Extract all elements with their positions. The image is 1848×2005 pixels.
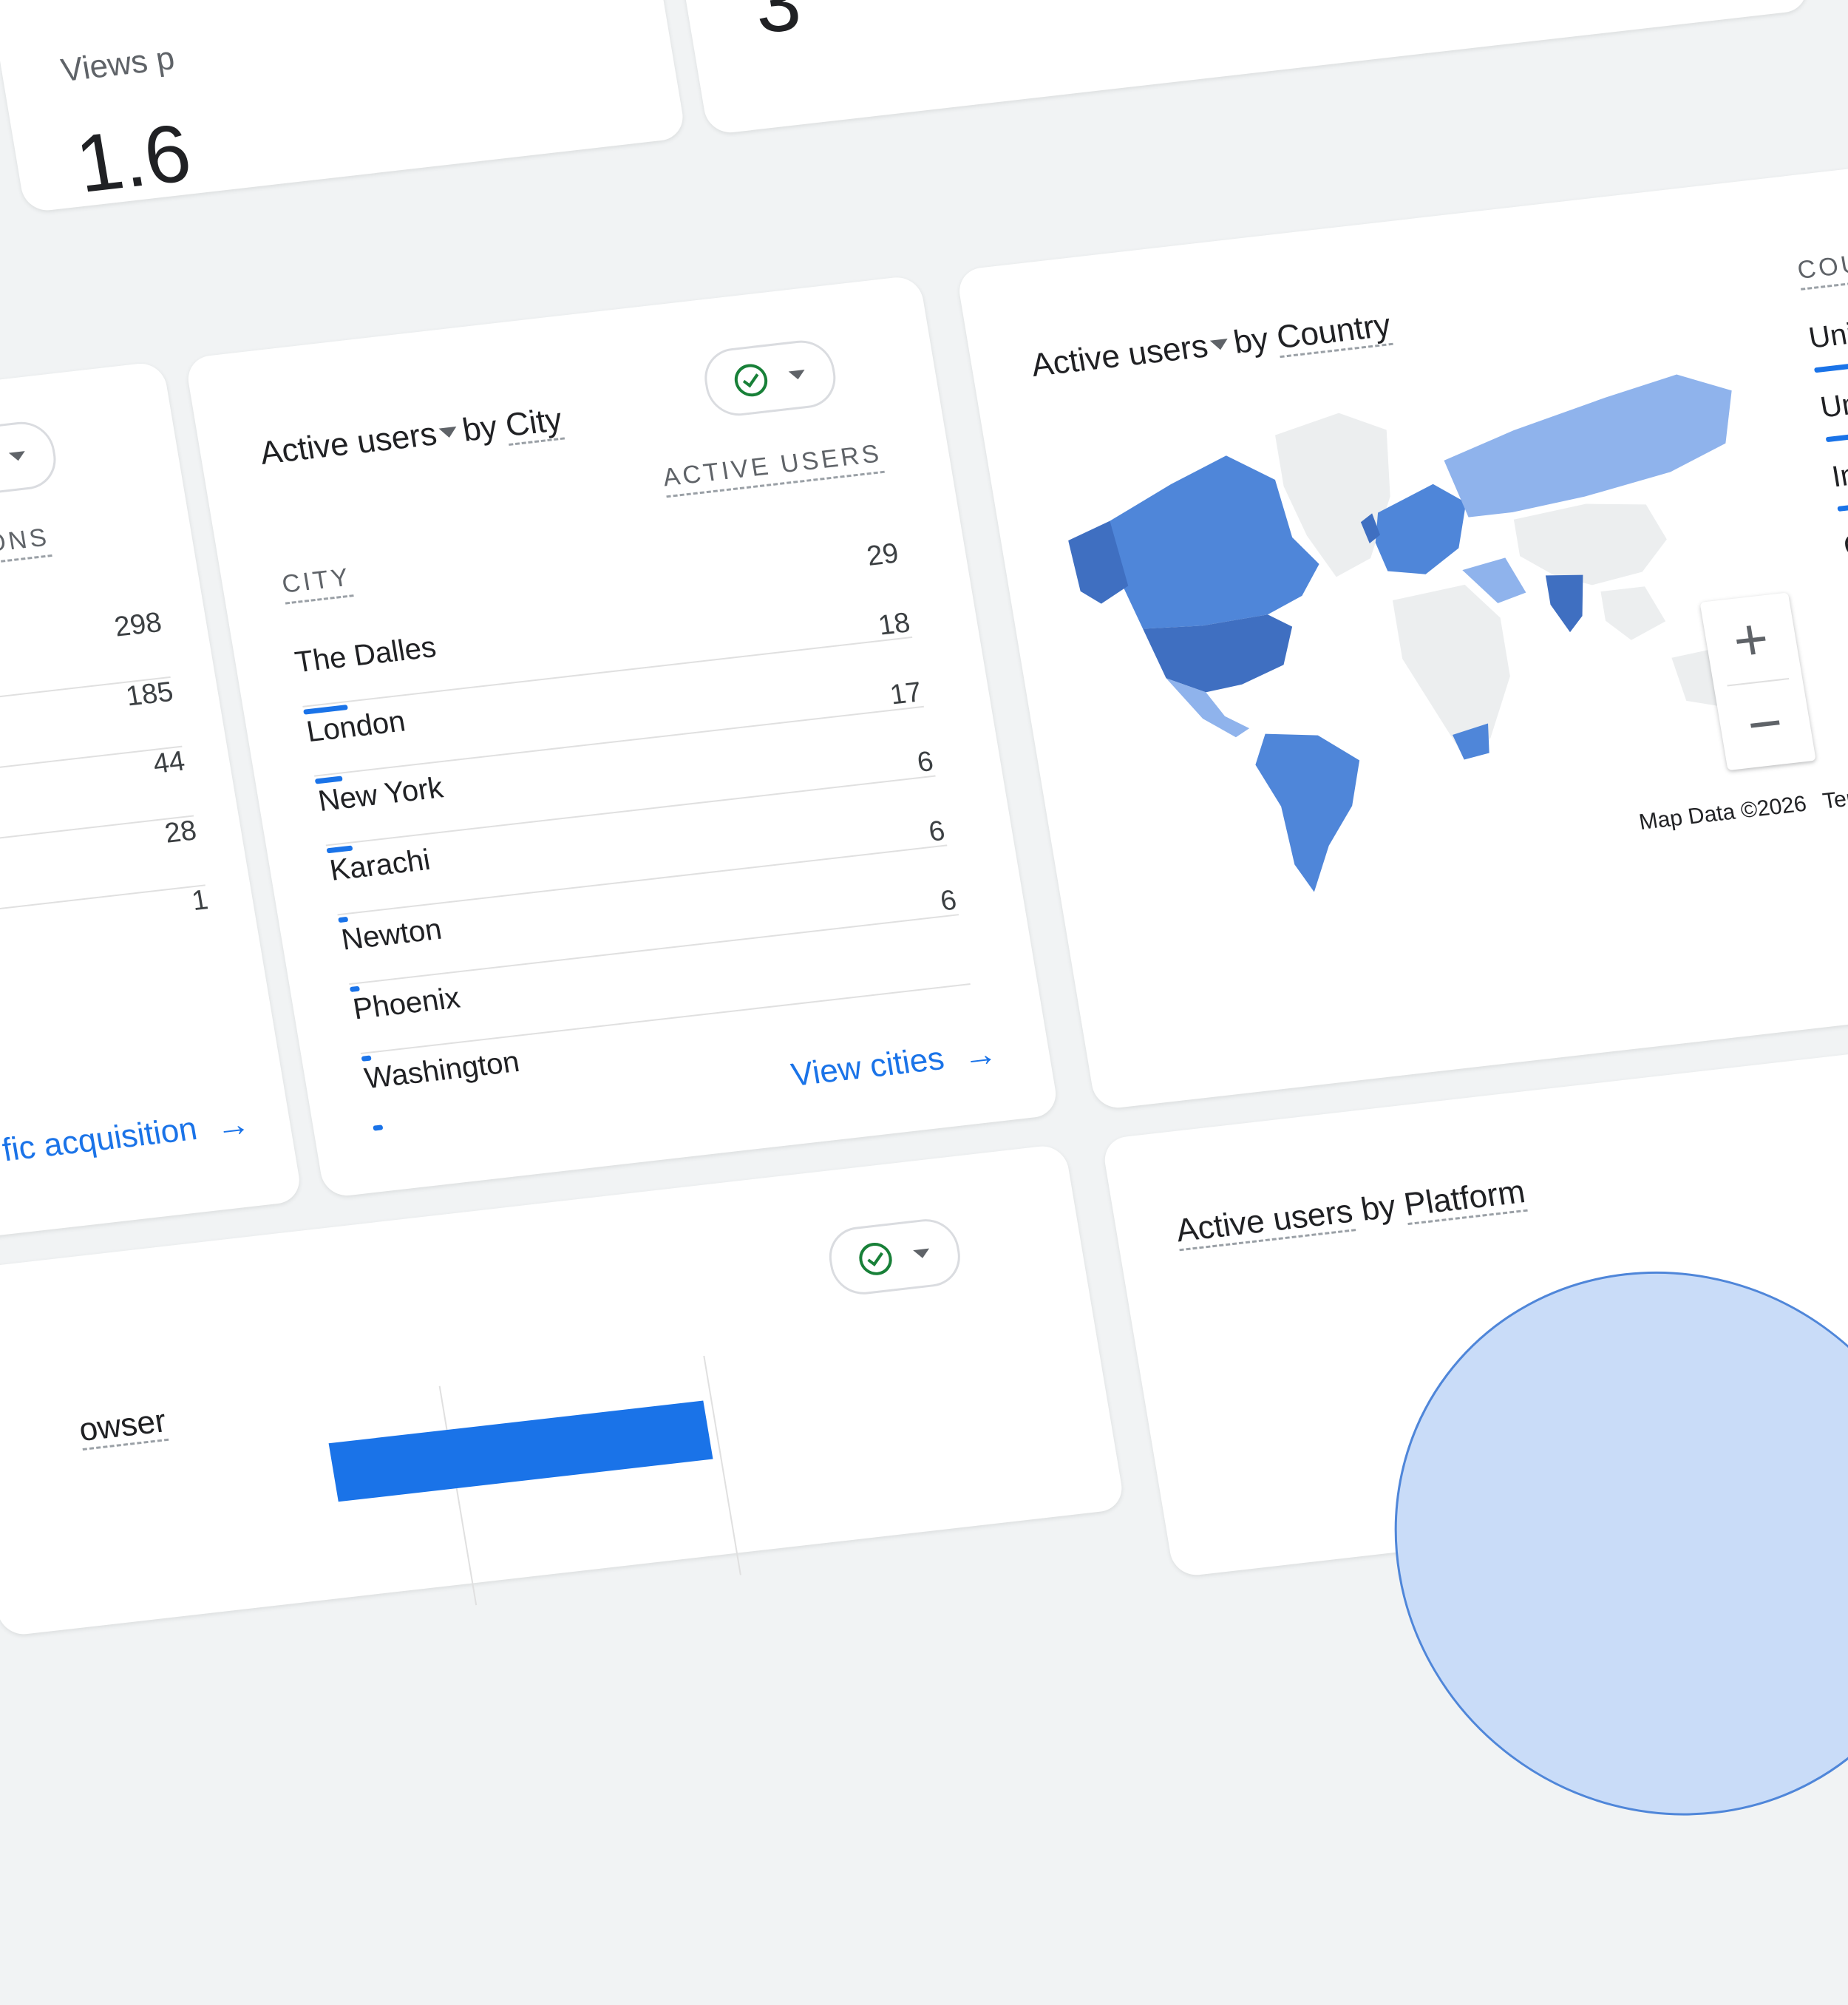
browser-bar[interactable] xyxy=(328,1400,713,1502)
metric-selector[interactable]: Active users xyxy=(257,415,439,472)
dropdown-caret-icon xyxy=(8,451,27,462)
gridline xyxy=(703,1355,741,1575)
status-pill[interactable] xyxy=(699,337,840,419)
city-name: Newton xyxy=(339,912,444,957)
country-item[interactable]: Canada xyxy=(1841,519,1848,563)
dropdown-caret-icon xyxy=(788,370,806,381)
map-south-america xyxy=(1255,733,1360,892)
city-name: Washington xyxy=(362,1045,522,1096)
sessions-value: 44 xyxy=(151,745,188,780)
zoom-in-button[interactable]: + xyxy=(1700,592,1802,686)
check-icon xyxy=(732,362,770,398)
share-bar xyxy=(373,1124,384,1131)
country-list: United StateUnited KingIndiaCanadaPakist… xyxy=(1807,297,1848,563)
city-name: The Dalles xyxy=(292,631,439,679)
share-bar xyxy=(1837,503,1848,512)
metric-card: Views p 1.6 xyxy=(0,0,687,214)
title-by: by xyxy=(1231,321,1271,361)
dropdown-caret-icon[interactable] xyxy=(1209,339,1229,351)
browser-card: owser xyxy=(0,1144,1126,1638)
check-icon xyxy=(857,1241,895,1278)
city-card: Active users by City ACTIVE USERS CITY Th… xyxy=(184,274,1060,1198)
dimension-selector[interactable]: Country xyxy=(1274,307,1394,359)
browser-card-title: owser xyxy=(76,1402,169,1451)
active-users-col-header[interactable]: ACTIVE USERS xyxy=(660,439,885,498)
metric-selector[interactable]: Active users xyxy=(1173,1193,1356,1252)
country-item[interactable]: United King xyxy=(1818,375,1848,425)
platform-card-title: Active users by Platform xyxy=(1173,1173,1529,1252)
city-card-title: Active users by City xyxy=(257,401,565,472)
platform-pie[interactable] xyxy=(1353,1242,1848,1845)
metric-selector[interactable]: Active users xyxy=(1028,328,1210,384)
country-card-title: Active users by Country xyxy=(1028,307,1394,384)
sessions-value: 28 xyxy=(162,815,199,849)
city-name: Phoenix xyxy=(350,981,463,1026)
gridline xyxy=(438,1385,478,1606)
city-table: The Dalles 29 London 18 New York 17 Karachi 6 Ne… xyxy=(291,538,971,1131)
country-col-header[interactable]: COUNTRY xyxy=(1795,240,1848,291)
dimension-selector[interactable]: City xyxy=(503,401,565,446)
title-by: by xyxy=(1358,1188,1399,1228)
sessions-value: 185 xyxy=(123,676,176,713)
traffic-acquisition-link[interactable]: fic acquisition → xyxy=(0,1103,253,1170)
arrow-right-icon: → xyxy=(212,1103,254,1146)
zoom-out-button[interactable]: − xyxy=(1714,676,1816,770)
active-users-value: 29 xyxy=(864,537,901,572)
sessions-col-header: ESSIONS xyxy=(0,523,52,572)
metric-card-2: 3 xyxy=(657,0,1810,135)
title-by: by xyxy=(460,408,500,449)
metric-value-2: 3 xyxy=(747,0,807,51)
status-pill[interactable] xyxy=(0,418,61,501)
country-item[interactable]: India xyxy=(1830,454,1848,494)
share-bar xyxy=(1825,430,1848,443)
city-name: Karachi xyxy=(327,843,433,887)
active-users-value: 18 xyxy=(876,607,913,642)
city-name: London xyxy=(304,705,408,749)
city-name: New York xyxy=(316,771,446,818)
arrow-right-icon: → xyxy=(959,1033,1000,1076)
traffic-acquisition-label: fic acquisition xyxy=(0,1110,200,1169)
platform-card: Active users by Platform xyxy=(1101,1022,1848,1845)
status-pill[interactable] xyxy=(824,1215,965,1298)
sessions-rows: 298 185 44 28 1 xyxy=(0,607,211,923)
sessions-value: 298 xyxy=(112,607,164,643)
dropdown-caret-icon xyxy=(913,1248,931,1259)
dimension-selector[interactable]: owser xyxy=(76,1402,169,1451)
map-se-asia xyxy=(1600,586,1666,640)
country-card: Active users by Country + − Map Data ©20… xyxy=(955,153,1848,1110)
map-russia xyxy=(1444,374,1732,518)
city-col-header[interactable]: CITY xyxy=(279,563,355,605)
sessions-value: 1 xyxy=(189,884,211,917)
metric-label: Views p xyxy=(58,40,177,89)
active-users-value: 17 xyxy=(888,676,924,711)
dropdown-caret-icon[interactable] xyxy=(438,427,458,439)
map-asia xyxy=(1513,503,1667,586)
dashboard-canvas: Views p 1.6 3 ESSIONS 298 185 44 28 1 fic ac… xyxy=(0,0,1848,1845)
country-item[interactable]: United State xyxy=(1807,304,1848,355)
dimension-selector[interactable]: Platform xyxy=(1401,1173,1529,1226)
metric-value: 1.6 xyxy=(69,107,197,210)
